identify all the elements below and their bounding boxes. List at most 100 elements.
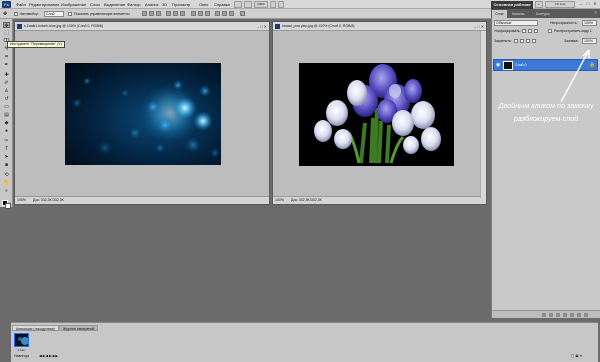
menu-file[interactable]: Файл xyxy=(16,2,26,7)
clone-stamp-tool-icon[interactable]: ♙ xyxy=(3,88,10,94)
brush-tool-icon[interactable]: ✐ xyxy=(3,80,10,86)
layer-mask-icon[interactable] xyxy=(556,313,560,317)
history-brush-tool-icon[interactable]: ↺ xyxy=(3,96,10,102)
hand-tool-icon[interactable]: ✋ xyxy=(3,180,10,186)
document-window-controls[interactable]: – □ ✕ xyxy=(257,24,267,29)
tab-channels[interactable]: Каналы xyxy=(509,10,527,18)
align-center-icon[interactable] xyxy=(173,11,178,16)
loop-dropdown[interactable]: Навсегда xyxy=(14,354,29,359)
document-icon xyxy=(17,24,22,29)
menu-select[interactable]: Выделение xyxy=(104,2,125,7)
panel-menu-icon[interactable]: ≡ xyxy=(595,10,597,15)
zoom-icon[interactable] xyxy=(278,1,284,8)
align-top-icon[interactable] xyxy=(142,11,147,16)
marquee-tool-icon[interactable]: ⬚ xyxy=(3,30,10,36)
menu-edit[interactable]: Редактирование xyxy=(29,2,59,7)
menu-layers[interactable]: Слои xyxy=(90,2,100,7)
distribute-left-icon[interactable] xyxy=(215,11,220,16)
zoom-level[interactable]: 100% xyxy=(254,1,268,8)
menu-window[interactable]: Окно xyxy=(199,2,208,7)
close-icon[interactable]: ✕ xyxy=(592,1,598,7)
document-window-flowers[interactable]: Imaad_pow.ylep.jpg @ 100% (Слой 0, RGB/8… xyxy=(272,21,487,205)
document-zoom[interactable]: 100% xyxy=(17,198,26,202)
layer-style-icon[interactable] xyxy=(549,313,553,317)
menu-filter[interactable]: Фильтр xyxy=(127,2,140,7)
tab-layers[interactable]: Слои xyxy=(492,10,507,18)
menu-analysis[interactable]: Анализ xyxy=(145,2,159,7)
document-status-bar: 100% Док: 332,3K/332,3K xyxy=(15,196,269,204)
document-tab-flowers[interactable]: Imaad_pow.ylep.jpg @ 100% (Слой 0, RGB/8… xyxy=(273,22,486,31)
menu-image[interactable]: Изображение xyxy=(61,2,86,7)
move-tool-icon[interactable]: ✥ xyxy=(3,11,7,17)
distribute-top-icon[interactable] xyxy=(191,11,196,16)
menu-bar: Ps Файл Редактирование Изображение Слои … xyxy=(0,0,600,9)
frame-delay[interactable]: 0 сек. xyxy=(14,348,29,352)
menu-view[interactable]: Просмотр xyxy=(172,2,190,7)
distribute-right-icon[interactable] xyxy=(229,11,234,16)
document-window-bokeh[interactable]: s.Zaalk1-bokeh-blue.jpg @ 100% (Слой 0, … xyxy=(14,21,270,205)
playback-controls[interactable]: ◀◀ ◀ ▶ ▶▶ xyxy=(39,354,58,359)
annotation-text: Двойным кликом по замочку разблокируем с… xyxy=(498,101,594,123)
move-tool-tooltip: Инструмент "Перемещение" (V) xyxy=(7,41,65,48)
align-right-icon[interactable] xyxy=(180,11,185,16)
auto-select-label: Автовыбор: xyxy=(20,12,39,16)
align-left-icon[interactable] xyxy=(166,11,171,16)
pen-tool-icon[interactable]: ✑ xyxy=(3,138,10,144)
auto-select-checkbox[interactable] xyxy=(14,12,18,16)
maximize-icon[interactable]: □ xyxy=(585,1,591,7)
eraser-tool-icon[interactable]: ▭ xyxy=(3,104,10,110)
annotation-arrow xyxy=(560,49,590,103)
delete-layer-icon[interactable] xyxy=(584,313,588,317)
minibridge-button[interactable] xyxy=(244,1,252,8)
adjustment-layer-icon[interactable] xyxy=(563,313,567,317)
shape-tool-icon[interactable]: ■ xyxy=(3,162,10,168)
show-transform-checkbox[interactable] xyxy=(68,12,72,16)
new-layer-icon[interactable] xyxy=(577,313,581,317)
zoom-tool-icon[interactable]: ⌕ xyxy=(3,188,10,194)
move-tool-icon[interactable]: ✥ xyxy=(3,22,10,29)
show-transform-label: Показать управляющие элементы xyxy=(74,12,130,16)
eyedropper-tool-icon[interactable]: ✒ xyxy=(3,62,10,68)
distribute-center-icon[interactable] xyxy=(222,11,227,16)
frame-thumbnail[interactable] xyxy=(14,333,29,347)
hand-icon[interactable] xyxy=(270,1,276,8)
window-controls: – □ ✕ xyxy=(578,1,598,8)
distribute-bottom-icon[interactable] xyxy=(205,11,210,16)
layers-footer xyxy=(492,310,600,318)
document-tab-bokeh[interactable]: s.Zaalk1-bokeh-blue.jpg @ 100% (Слой 0, … xyxy=(15,22,269,31)
link-layers-icon[interactable] xyxy=(542,313,546,317)
cs-live-button[interactable]: CS Live xyxy=(545,1,575,8)
menu-help[interactable]: Справка xyxy=(214,2,230,7)
frame-actions[interactable]: ▢ ▣ ✕ xyxy=(571,354,583,359)
vertical-scrollbar[interactable] xyxy=(480,31,486,198)
tab-animation[interactable]: Анимация (покадровая) xyxy=(12,325,59,331)
tab-measurement-log[interactable]: Журнал измерений xyxy=(59,325,99,331)
auto-align-icon[interactable] xyxy=(240,11,245,16)
options-bar: ✥ Автовыбор: Слой Показать управляющие э… xyxy=(0,9,491,19)
align-bottom-icon[interactable] xyxy=(156,11,161,16)
new-group-icon[interactable] xyxy=(570,313,574,317)
minimize-icon[interactable]: – xyxy=(578,1,584,7)
background-color-swatch[interactable] xyxy=(5,203,11,209)
3d-rotate-tool-icon[interactable]: ⟲ xyxy=(3,172,10,178)
blur-tool-icon[interactable]: ◆ xyxy=(3,120,10,126)
document-size: Док: 332,3K/332,3K xyxy=(32,198,64,202)
align-middle-icon[interactable] xyxy=(149,11,154,16)
distribute-middle-icon[interactable] xyxy=(198,11,203,16)
crop-tool-icon[interactable]: ⌗ xyxy=(3,54,10,60)
document-title: s.Zaalk1-bokeh-blue.jpg @ 100% (Слой 0, … xyxy=(24,24,103,28)
workspace-chevron-icon[interactable]: » xyxy=(535,1,543,8)
workspace-button[interactable]: Основная рабочая xyxy=(491,1,533,9)
path-select-tool-icon[interactable]: ➤ xyxy=(3,154,10,160)
type-tool-icon[interactable]: T xyxy=(3,146,10,152)
gradient-tool-icon[interactable]: ▤ xyxy=(3,112,10,118)
healing-brush-tool-icon[interactable]: ✚ xyxy=(3,72,10,78)
menu-3d[interactable]: 3D xyxy=(162,2,167,7)
tab-paths[interactable]: Контуры xyxy=(533,10,553,18)
frame-preview xyxy=(18,337,28,345)
document-zoom[interactable]: 100% xyxy=(275,198,284,202)
auto-select-dropdown[interactable]: Слой xyxy=(44,11,64,17)
document-window-controls[interactable]: – □ ✕ xyxy=(474,24,484,29)
dodge-tool-icon[interactable]: ● xyxy=(3,128,10,134)
bridge-button[interactable] xyxy=(234,1,242,8)
